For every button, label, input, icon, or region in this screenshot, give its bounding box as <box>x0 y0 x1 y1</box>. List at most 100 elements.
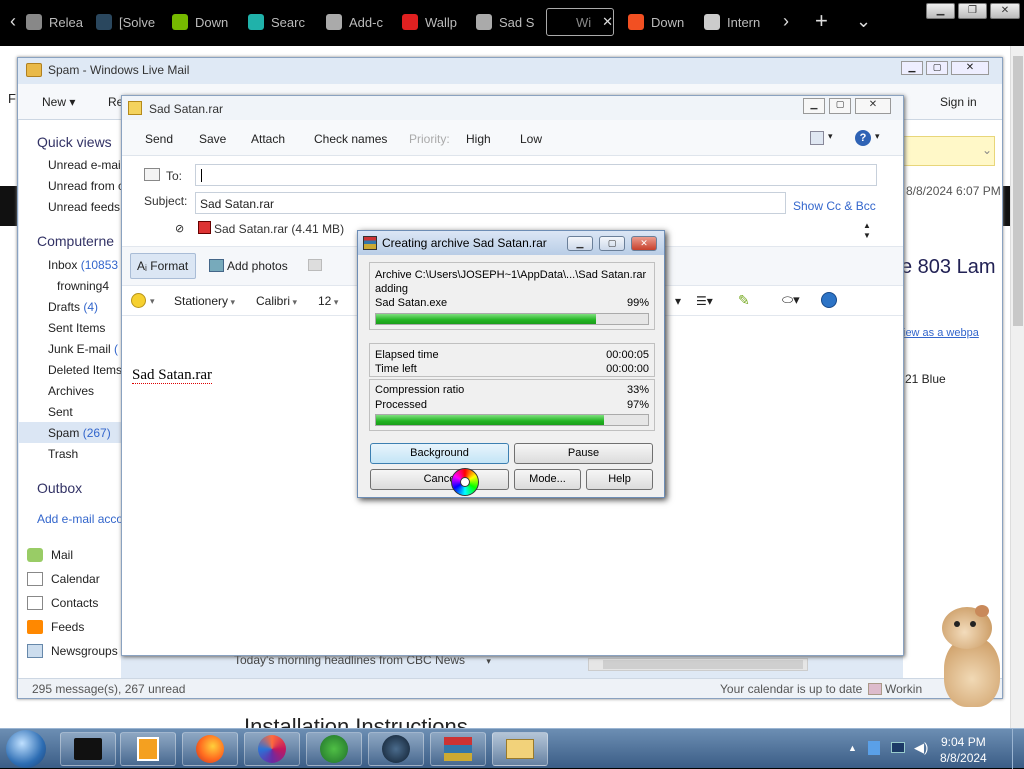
browser-tab[interactable]: Relea <box>26 8 92 36</box>
compose-close-button[interactable]: ✕ <box>855 98 891 114</box>
new-tab-button[interactable]: + <box>815 10 828 32</box>
taskbar-clock[interactable]: 9:04 PM 8/8/2024 <box>940 734 987 766</box>
priority-low-button[interactable]: Low <box>520 132 542 146</box>
priority-high-button[interactable]: High <box>466 132 491 146</box>
winrar-minimize-button[interactable]: ▁ <box>567 236 593 251</box>
tray-network-icon[interactable] <box>891 742 905 753</box>
indent-icon[interactable]: ☰▾ <box>696 294 713 308</box>
folder-archives[interactable]: Archives <box>48 384 94 398</box>
nav-feeds[interactable]: Feeds <box>27 620 84 634</box>
attachment-scroll-icon[interactable]: ▲ ▼ <box>863 221 871 241</box>
pause-button[interactable]: Pause <box>514 443 653 464</box>
taskbar-app-idm[interactable] <box>306 732 362 766</box>
format-tab[interactable]: Aᵢ Format <box>130 253 196 279</box>
message-body[interactable]: Sad Satan.rar <box>132 367 212 384</box>
stationery-dropdown[interactable]: Stationery <box>174 294 235 308</box>
quick-view-unread-feeds[interactable]: Unread feeds <box>48 200 120 214</box>
nav-newsgroups[interactable]: Newsgroups <box>27 644 118 658</box>
taskbar-app-winrar[interactable] <box>430 732 486 766</box>
emoticon-icon[interactable] <box>131 293 146 308</box>
start-button[interactable] <box>6 730 46 768</box>
help-icon[interactable]: ? <box>855 130 871 146</box>
add-account-link[interactable]: Add e-mail acco <box>37 512 123 526</box>
taskbar-app-steam[interactable] <box>368 732 424 766</box>
quick-view-unread-from[interactable]: Unread from c <box>48 179 124 193</box>
winrar-close-button[interactable]: ✕ <box>631 236 657 251</box>
compose-minimize-button[interactable]: ▁ <box>803 98 825 114</box>
send-button[interactable]: Send <box>145 132 173 146</box>
background-button[interactable]: Background <box>370 443 509 464</box>
horizontal-scrollbar[interactable] <box>588 658 808 671</box>
folder-spam[interactable]: Spam (267) <box>48 426 111 440</box>
browser-tab[interactable]: Down <box>628 8 694 36</box>
show-desktop-button[interactable] <box>1012 729 1024 769</box>
page-scrollbar[interactable] <box>1010 46 1024 728</box>
tab-close-icon[interactable]: ✕ <box>602 14 613 30</box>
taskbar-app-monitor[interactable] <box>60 732 116 766</box>
folder-drafts[interactable]: Drafts (4) <box>48 300 98 314</box>
subject-input[interactable]: Sad Satan.rar <box>195 192 786 214</box>
close-button[interactable]: ✕ <box>990 3 1020 19</box>
outbox-heading[interactable]: Outbox <box>37 480 82 496</box>
save-button[interactable]: Save <box>199 132 226 146</box>
tab-scroll-left-icon[interactable]: ‹ <box>10 12 16 30</box>
hyperlink-icon[interactable]: ⬭▾ <box>782 292 800 308</box>
restore-button[interactable]: ❐ <box>958 3 987 19</box>
wlm-maximize-button[interactable]: ▢ <box>926 61 948 75</box>
tab-list-chevron-icon[interactable]: ⌄ <box>856 12 871 30</box>
highlight-pen-icon[interactable]: ✎ <box>738 292 750 309</box>
folder-junk[interactable]: Junk E-mail ( <box>48 342 118 356</box>
to-input[interactable] <box>195 164 877 186</box>
help-button[interactable]: Help <box>586 469 653 490</box>
view-as-webpage-link[interactable]: iew as a webpa <box>903 327 979 339</box>
folder-deleted[interactable]: Deleted Items <box>48 363 122 377</box>
new-button[interactable]: New ▾ <box>42 95 75 109</box>
show-cc-bcc-link[interactable]: Show Cc & Bcc <box>793 199 876 213</box>
taskbar-app-media[interactable] <box>120 732 176 766</box>
browser-tab[interactable]: Add-c <box>326 8 392 36</box>
folder-sent[interactable]: Sent <box>48 405 73 419</box>
winrar-maximize-button[interactable]: ▢ <box>599 236 625 251</box>
browser-tab[interactable]: Down <box>172 8 238 36</box>
folder-trash[interactable]: Trash <box>48 447 78 461</box>
nav-mail[interactable]: Mail <box>27 548 73 562</box>
info-bar-chevron-icon[interactable]: ⌄ <box>982 143 992 157</box>
browser-tab[interactable]: Intern <box>704 8 770 36</box>
browser-tab[interactable]: Sad S <box>476 8 542 36</box>
wlm-close-button[interactable]: ✕ <box>951 61 989 75</box>
taskbar-app-browser[interactable] <box>244 732 300 766</box>
browser-tab[interactable]: [Solve <box>96 8 162 36</box>
help-chevron-icon[interactable]: ▾ <box>875 131 880 142</box>
quick-views-heading[interactable]: Quick views <box>37 134 112 150</box>
address-book-icon[interactable] <box>144 168 160 181</box>
wlm-minimize-button[interactable]: ▁ <box>901 61 923 75</box>
taskbar-app-mail[interactable] <box>492 732 548 766</box>
globe-icon[interactable] <box>821 292 837 308</box>
folder-inbox[interactable]: Inbox (10853 <box>48 258 118 272</box>
tray-app-icon[interactable] <box>868 741 880 755</box>
tray-overflow-icon[interactable]: ▲ <box>848 743 857 753</box>
account-heading[interactable]: Computerne <box>37 233 114 249</box>
nav-calendar[interactable]: Calendar <box>27 572 100 586</box>
browser-tab[interactable]: Wallp <box>402 8 468 36</box>
emoticon-chevron-icon[interactable]: ▾ <box>150 296 155 307</box>
attachment-item[interactable]: Sad Satan.rar (4.41 MB) <box>214 222 344 236</box>
scrollbar-thumb[interactable] <box>1013 56 1023 326</box>
nav-contacts[interactable]: Contacts <box>27 596 98 610</box>
tray-volume-icon[interactable]: ◀) <box>914 740 928 756</box>
cancel-button[interactable]: Cance <box>370 469 509 490</box>
horizontal-scroll-thumb[interactable] <box>603 660 803 669</box>
font-size-dropdown[interactable]: 12 <box>318 294 338 308</box>
add-photos-button[interactable]: Add photos <box>227 259 288 273</box>
browser-tab[interactable]: Wi ✕ <box>546 8 614 36</box>
menu-icon[interactable] <box>810 131 824 145</box>
font-dropdown[interactable]: Calibri <box>256 294 297 308</box>
minimize-button[interactable]: ▁ <box>926 3 955 19</box>
menu-chevron-icon[interactable]: ▾ <box>828 131 833 142</box>
tab-scroll-right-icon[interactable]: › <box>783 12 789 30</box>
compose-maximize-button[interactable]: ▢ <box>829 98 851 114</box>
browser-tab[interactable]: Searc <box>248 8 314 36</box>
mode-button[interactable]: Mode... <box>514 469 581 490</box>
folder-sent-items[interactable]: Sent Items <box>48 321 105 335</box>
folder-subfolder[interactable]: frowning4 <box>57 279 109 293</box>
